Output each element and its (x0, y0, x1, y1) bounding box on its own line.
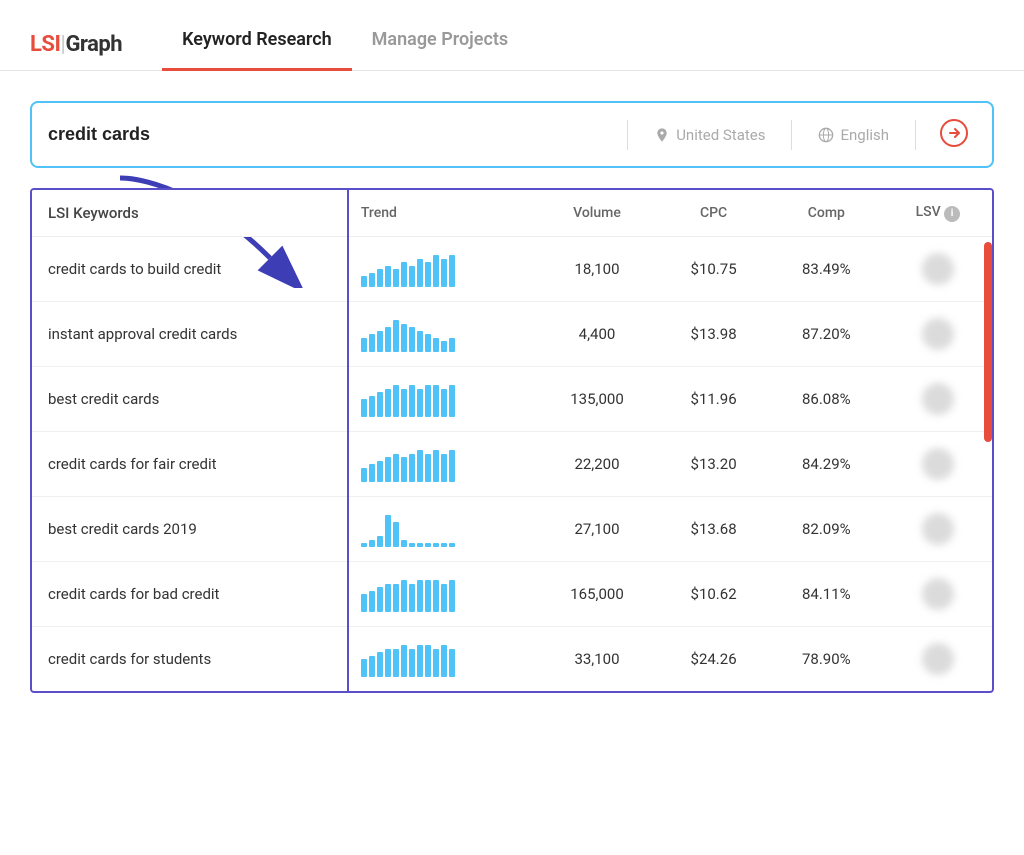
divider-3 (915, 120, 916, 150)
keyword-cell[interactable]: credit cards for students (32, 627, 348, 692)
cpc-cell: $24.26 (658, 627, 769, 692)
keyword-cell[interactable]: best credit cards 2019 (32, 497, 348, 562)
language-selector[interactable]: English (808, 126, 899, 144)
trend-cell (348, 627, 536, 692)
cpc-cell: $13.68 (658, 497, 769, 562)
trend-cell (348, 432, 536, 497)
cpc-cell: $11.96 (658, 367, 769, 432)
keyword-cell[interactable]: credit cards to build credit (32, 237, 348, 302)
table-row: best credit cards 135,000$11.9686.08% (32, 367, 992, 432)
volume-cell: 18,100 (536, 237, 658, 302)
scrollbar-indicator[interactable] (984, 242, 992, 442)
header: LSI|Graph Keyword Research Manage Projec… (0, 0, 1024, 71)
nav-tabs: Keyword Research Manage Projects (162, 18, 528, 70)
keyword-cell[interactable]: best credit cards (32, 367, 348, 432)
header-volume: Volume (536, 190, 658, 237)
header-trend: Trend (348, 190, 536, 237)
cpc-cell: $10.62 (658, 562, 769, 627)
cpc-cell: $13.20 (658, 432, 769, 497)
trend-cell (348, 237, 536, 302)
comp-cell: 78.90% (769, 627, 884, 692)
comp-cell: 86.08% (769, 367, 884, 432)
volume-cell: 22,200 (536, 432, 658, 497)
search-input[interactable] (48, 124, 611, 145)
cpc-cell: $13.98 (658, 302, 769, 367)
volume-cell: 165,000 (536, 562, 658, 627)
search-section: United States English (0, 71, 1024, 178)
globe-icon (818, 127, 834, 143)
submit-icon (940, 119, 968, 147)
location-icon (654, 127, 670, 143)
header-comp: Comp (769, 190, 884, 237)
location-selector[interactable]: United States (644, 126, 775, 144)
table-row: credit cards for bad credit 165,000$10.62… (32, 562, 992, 627)
volume-cell: 27,100 (536, 497, 658, 562)
volume-cell: 33,100 (536, 627, 658, 692)
table-row: credit cards to build credit 18,100$10.75… (32, 237, 992, 302)
logo-lsi: LSI (30, 32, 60, 57)
trend-cell (348, 497, 536, 562)
search-bar-container: United States English (30, 101, 994, 168)
language-label: English (840, 126, 889, 144)
comp-cell: 83.49% (769, 237, 884, 302)
lsv-cell (884, 302, 992, 367)
keyword-cell[interactable]: instant approval credit cards (32, 302, 348, 367)
lsv-cell (884, 627, 992, 692)
keyword-cell[interactable]: credit cards for fair credit (32, 432, 348, 497)
header-lsv: LSV i (884, 190, 992, 237)
keyword-cell[interactable]: credit cards for bad credit (32, 562, 348, 627)
divider-2 (791, 120, 792, 150)
comp-cell: 84.11% (769, 562, 884, 627)
cpc-cell: $10.75 (658, 237, 769, 302)
lsv-info-icon[interactable]: i (944, 206, 960, 222)
comp-cell: 87.20% (769, 302, 884, 367)
logo: LSI|Graph (30, 32, 122, 57)
tab-keyword-research[interactable]: Keyword Research (162, 19, 352, 71)
lsv-cell (884, 562, 992, 627)
trend-cell (348, 562, 536, 627)
location-label: United States (676, 126, 765, 144)
lsv-cell (884, 367, 992, 432)
tab-manage-projects[interactable]: Manage Projects (352, 19, 528, 71)
table-row: credit cards for fair credit 22,200$13.20… (32, 432, 992, 497)
logo-graph: Graph (65, 32, 122, 57)
lsv-cell (884, 432, 992, 497)
search-submit-button[interactable] (932, 115, 976, 154)
trend-cell (348, 302, 536, 367)
table-header-row: LSI Keywords Trend Volume CPC Comp (32, 190, 992, 237)
table-section: LSI Keywords Trend Volume CPC Comp (0, 178, 1024, 713)
comp-cell: 84.29% (769, 432, 884, 497)
lsv-cell (884, 497, 992, 562)
results-table-wrapper: LSI Keywords Trend Volume CPC Comp (30, 188, 994, 693)
header-cpc: CPC (658, 190, 769, 237)
volume-cell: 4,400 (536, 302, 658, 367)
results-table: LSI Keywords Trend Volume CPC Comp (32, 190, 992, 691)
table-row: credit cards for students 33,100$24.2678.… (32, 627, 992, 692)
table-row: best credit cards 2019 27,100$13.6882.09% (32, 497, 992, 562)
table-body: credit cards to build credit 18,100$10.75… (32, 237, 992, 692)
trend-cell (348, 367, 536, 432)
header-keyword: LSI Keywords (32, 190, 348, 237)
divider-1 (627, 120, 628, 150)
lsv-cell (884, 237, 992, 302)
comp-cell: 82.09% (769, 497, 884, 562)
table-row: instant approval credit cards 4,400$13.98… (32, 302, 992, 367)
volume-cell: 135,000 (536, 367, 658, 432)
